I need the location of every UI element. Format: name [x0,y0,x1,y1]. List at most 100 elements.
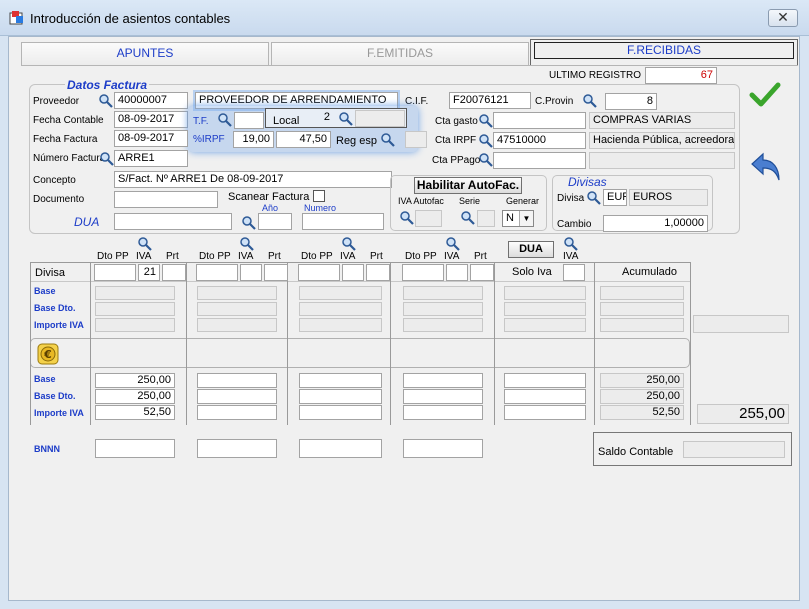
iva-pct-field[interactable]: 21 [138,264,160,281]
iva-pct-field[interactable] [446,264,468,281]
cta-gasto-search-icon[interactable] [478,113,493,128]
proveedor-label: Proveedor [33,96,80,107]
dua-button[interactable]: DUA [508,241,554,258]
numero-factura-field[interactable]: ARRE1 [114,150,188,167]
irpf-percent-field[interactable]: 19,00 [233,131,274,148]
documento-field[interactable] [114,191,218,208]
amount-cell[interactable] [197,389,277,404]
cta-ppago-search-icon[interactable] [478,152,493,167]
amount-cell[interactable] [403,405,483,420]
prt-field[interactable] [470,264,494,281]
concepto-field[interactable]: S/Fact. Nº ARRE1 De 08-09-2017 [114,171,392,188]
local-label: Local [273,115,300,127]
local-value[interactable]: 2 [303,110,333,127]
solo-iva-cell [504,318,586,332]
dua-label: DUA [74,215,100,229]
reg-esp-label: Reg esp [336,135,377,147]
amount-cell[interactable] [403,389,483,404]
amount-cell[interactable] [299,405,382,420]
iva-autofac-search-icon[interactable] [399,210,414,225]
cta-gasto-field[interactable] [493,112,586,129]
dto-pp-field[interactable] [196,264,238,281]
iva-search-icon[interactable] [341,236,356,251]
solo-iva-amount[interactable] [504,373,586,388]
cif-field[interactable]: F20076121 [449,92,531,109]
table-header-line [30,281,690,282]
bnnn-field[interactable] [197,439,277,458]
tab-apuntes[interactable]: APUNTES [21,42,269,65]
tf-search-icon[interactable] [217,112,232,127]
iva-label-0: IVA [136,251,152,262]
cta-irpf-search-icon[interactable] [478,133,493,148]
cprovin-search-icon[interactable] [582,93,597,108]
euro-icon[interactable]: € [37,343,59,365]
cprovin-field[interactable]: 8 [605,93,657,110]
cambio-field[interactable]: 1,00000 [603,215,708,232]
prt-field[interactable] [162,264,186,281]
local-search-icon[interactable] [338,111,353,126]
reg-esp-search-icon[interactable] [380,132,395,147]
importe-iva-top-label: Importe IVA [34,320,84,330]
tab-apuntes-label: APUNTES [116,46,174,60]
iva-search-icon[interactable] [239,236,254,251]
fecha-factura-field[interactable]: 08-09-2017 [114,130,188,147]
readonly-cell [299,286,382,300]
numero-factura-search-icon[interactable] [99,151,114,166]
scanear-checkbox[interactable] [313,190,325,202]
tab-recibidas[interactable]: F.RECIBIDAS [530,39,798,65]
amount-cell[interactable] [299,389,382,404]
prt-field[interactable] [366,264,390,281]
close-button[interactable]: ✕ [768,9,798,27]
numero-dua-label: Numero [304,203,337,213]
tab-emitidas[interactable]: F.EMITIDAS [271,42,529,65]
dto-pp-field[interactable] [298,264,340,281]
divisas-title: Divisas [568,175,607,189]
generar-label: Generar [506,196,540,206]
solo-iva-amount[interactable] [504,389,586,404]
amount-cell[interactable] [197,373,277,388]
proveedor-search-icon[interactable] [98,93,113,108]
cta-ppago-field[interactable] [493,152,586,169]
iva-search-icon[interactable] [137,236,152,251]
amount-cell[interactable]: 250,00 [95,373,175,388]
importe-iva-label: Importe IVA [34,408,84,418]
iva-pct-field[interactable] [342,264,364,281]
serie-search-icon[interactable] [460,210,475,225]
anio-field[interactable] [258,213,292,230]
dto-pp-field[interactable] [402,264,444,281]
amount-cell[interactable]: 250,00 [95,389,175,404]
divisa-code[interactable]: EUR [603,189,627,206]
prt-field[interactable] [264,264,288,281]
cta-ppago-name [589,152,735,169]
solo-iva-amount[interactable] [504,405,586,420]
euro-row [30,338,690,368]
dua-field[interactable] [114,213,232,230]
iva-search-icon[interactable] [445,236,460,251]
cta-irpf-field[interactable]: 47510000 [493,132,586,149]
generar-select[interactable]: N ▼ [502,210,534,227]
table-top-line [30,262,690,263]
bnnn-field[interactable] [403,439,483,458]
back-arrow-icon[interactable] [749,150,783,184]
amount-cell[interactable] [403,373,483,388]
dua-search-icon[interactable] [241,215,256,230]
proveedor-code[interactable]: 40000007 [114,92,188,109]
amount-cell[interactable] [197,405,277,420]
bnnn-field[interactable] [95,439,175,458]
iva-pct-field[interactable] [240,264,262,281]
dto-pp-field[interactable] [94,264,136,281]
cta-irpf-name: Hacienda Pública, acreedora [589,132,735,149]
numero-dua-field[interactable] [302,213,384,230]
habilitar-autofac-button[interactable]: Habilitar AutoFac. [414,177,522,194]
bnnn-field[interactable] [299,439,382,458]
tf-field[interactable] [234,112,264,129]
accept-check-icon[interactable] [749,82,781,108]
fecha-contable-field[interactable]: 08-09-2017 [114,111,188,128]
dto-pp-label-3: Dto PP [405,251,437,262]
solo-iva-field[interactable] [563,264,585,281]
irpf-amount-field[interactable]: 47,50 [276,131,331,148]
amount-cell[interactable] [299,373,382,388]
divisa-search-icon[interactable] [586,190,601,205]
iva-dua-search-icon[interactable] [563,236,578,251]
amount-cell[interactable]: 52,50 [95,405,175,420]
